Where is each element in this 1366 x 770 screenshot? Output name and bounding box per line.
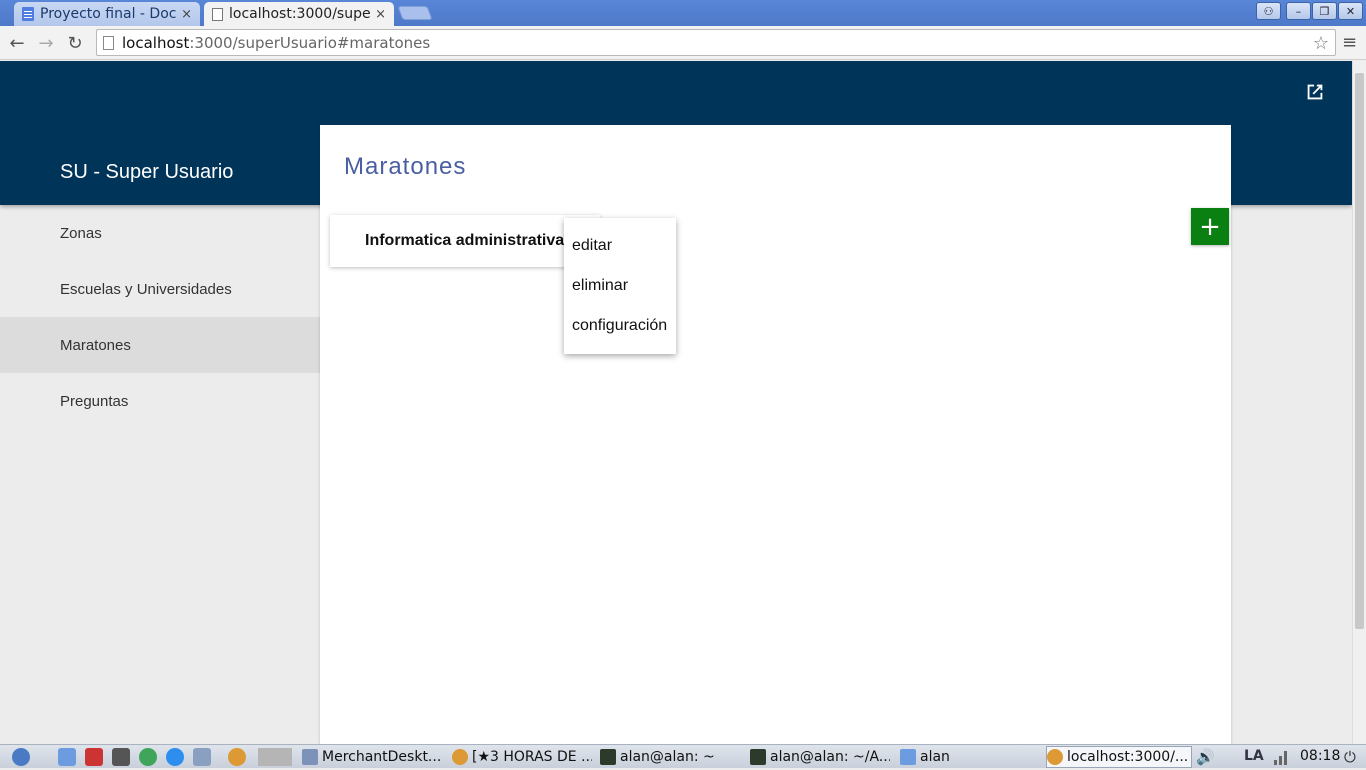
app-green-icon[interactable] [139,748,157,766]
tab-title: localhost:3000/supe [229,6,371,22]
page-title: Maratones [344,153,467,180]
sidebar-item-preguntas[interactable]: Preguntas [0,373,320,429]
forward-arrow-icon[interactable]: → [35,32,57,54]
page-icon [103,35,114,50]
chrome-icon[interactable] [228,748,246,766]
page-viewport: SU - Super Usuario Zonas Escuelas y Univ… [0,61,1352,744]
browser-menu-icon[interactable]: ≡ [1342,32,1357,53]
open-external-icon[interactable] [1304,81,1326,103]
sidebar: Zonas Escuelas y Universidades Maratones… [0,205,320,744]
chrome-launcher-icon[interactable] [85,748,103,766]
minimize-button[interactable]: – [1286,2,1311,20]
task-merchant[interactable]: MerchantDeskt... [302,746,444,768]
volume-icon[interactable]: 🔊 [1196,748,1215,766]
bookmark-star-icon[interactable]: ☆ [1313,33,1329,54]
file-manager-icon[interactable] [58,748,76,766]
url-path: :3000/superUsuario#maratones [189,33,431,52]
task-label: alan@alan: ~/A... [770,749,890,765]
sublime-icon[interactable] [112,748,130,766]
task-terminal-1[interactable]: alan@alan: ~ [600,746,740,768]
placeholder-icon[interactable] [258,748,292,766]
app-title: SU - Super Usuario [60,161,234,183]
task-folder-alan[interactable]: alan [900,746,1040,768]
docs-icon [22,7,34,21]
sidebar-item-zonas[interactable]: Zonas [0,205,320,261]
task-terminal-2[interactable]: alan@alan: ~/A... [750,746,890,768]
task-label: localhost:3000/... [1067,749,1189,765]
tab-title: Proyecto final - Docu [40,6,178,22]
window-icon[interactable] [193,748,211,766]
reload-icon[interactable]: ↻ [64,32,86,54]
maraton-card[interactable]: Informatica administrativa [330,215,600,267]
terminal-icon [750,749,766,765]
cube-icon [302,749,318,765]
power-icon[interactable]: ⏻ [1344,748,1362,766]
new-tab-button[interactable] [397,6,433,20]
context-menu: editar eliminar configuración [564,218,676,354]
sidebar-item-escuelas[interactable]: Escuelas y Universidades [0,261,320,317]
browser-tab-bar: Proyecto final - Docu × localhost:3000/s… [0,0,1366,26]
close-window-button[interactable]: ✕ [1338,2,1363,20]
back-arrow-icon[interactable]: ← [6,32,28,54]
start-menu-icon[interactable] [12,748,30,766]
task-chrome-localhost[interactable]: localhost:3000/... [1046,746,1192,768]
user-icon[interactable]: ⚇ [1256,2,1281,20]
browser-toolbar: ← → ↻ localhost:3000/superUsuario#marato… [0,26,1366,60]
menu-item-configuracion[interactable]: configuración [564,306,676,346]
network-signal-icon[interactable] [1272,748,1290,766]
task-label: alan [920,749,950,765]
page-scrollbar[interactable] [1352,61,1366,744]
messenger-icon[interactable] [166,748,184,766]
chrome-icon [1047,749,1063,765]
task-label: alan@alan: ~ [620,749,715,765]
terminal-icon [600,749,616,765]
task-chrome-horas[interactable]: [★3 HORAS DE ... [452,746,592,768]
clock: 08:18 [1300,748,1341,764]
address-bar[interactable]: localhost:3000/superUsuario#maratones ☆ [96,29,1336,56]
main-content-panel: Maratones Informatica administrativa edi… [320,125,1231,744]
tab-localhost[interactable]: localhost:3000/supe × [204,2,394,26]
menu-item-eliminar[interactable]: eliminar [564,266,676,306]
keyboard-layout[interactable]: LA [1244,748,1264,764]
tab-close-icon[interactable]: × [375,7,386,22]
add-button[interactable]: + [1191,208,1229,245]
tab-proyecto-final[interactable]: Proyecto final - Docu × [14,2,200,26]
folder-icon [900,749,916,765]
sidebar-item-maratones[interactable]: Maratones [0,317,320,373]
url-host: localhost [122,33,190,52]
tab-close-icon[interactable]: × [181,7,192,22]
menu-item-editar[interactable]: editar [564,226,676,266]
chrome-icon [452,749,468,765]
page-icon [212,7,223,21]
taskbar: MerchantDeskt... [★3 HORAS DE ... alan@a… [0,744,1366,768]
task-label: [★3 HORAS DE ... [472,749,592,765]
task-label: MerchantDeskt... [322,749,442,765]
scrollbar-thumb[interactable] [1355,73,1364,629]
restore-button[interactable]: ❐ [1312,2,1337,20]
